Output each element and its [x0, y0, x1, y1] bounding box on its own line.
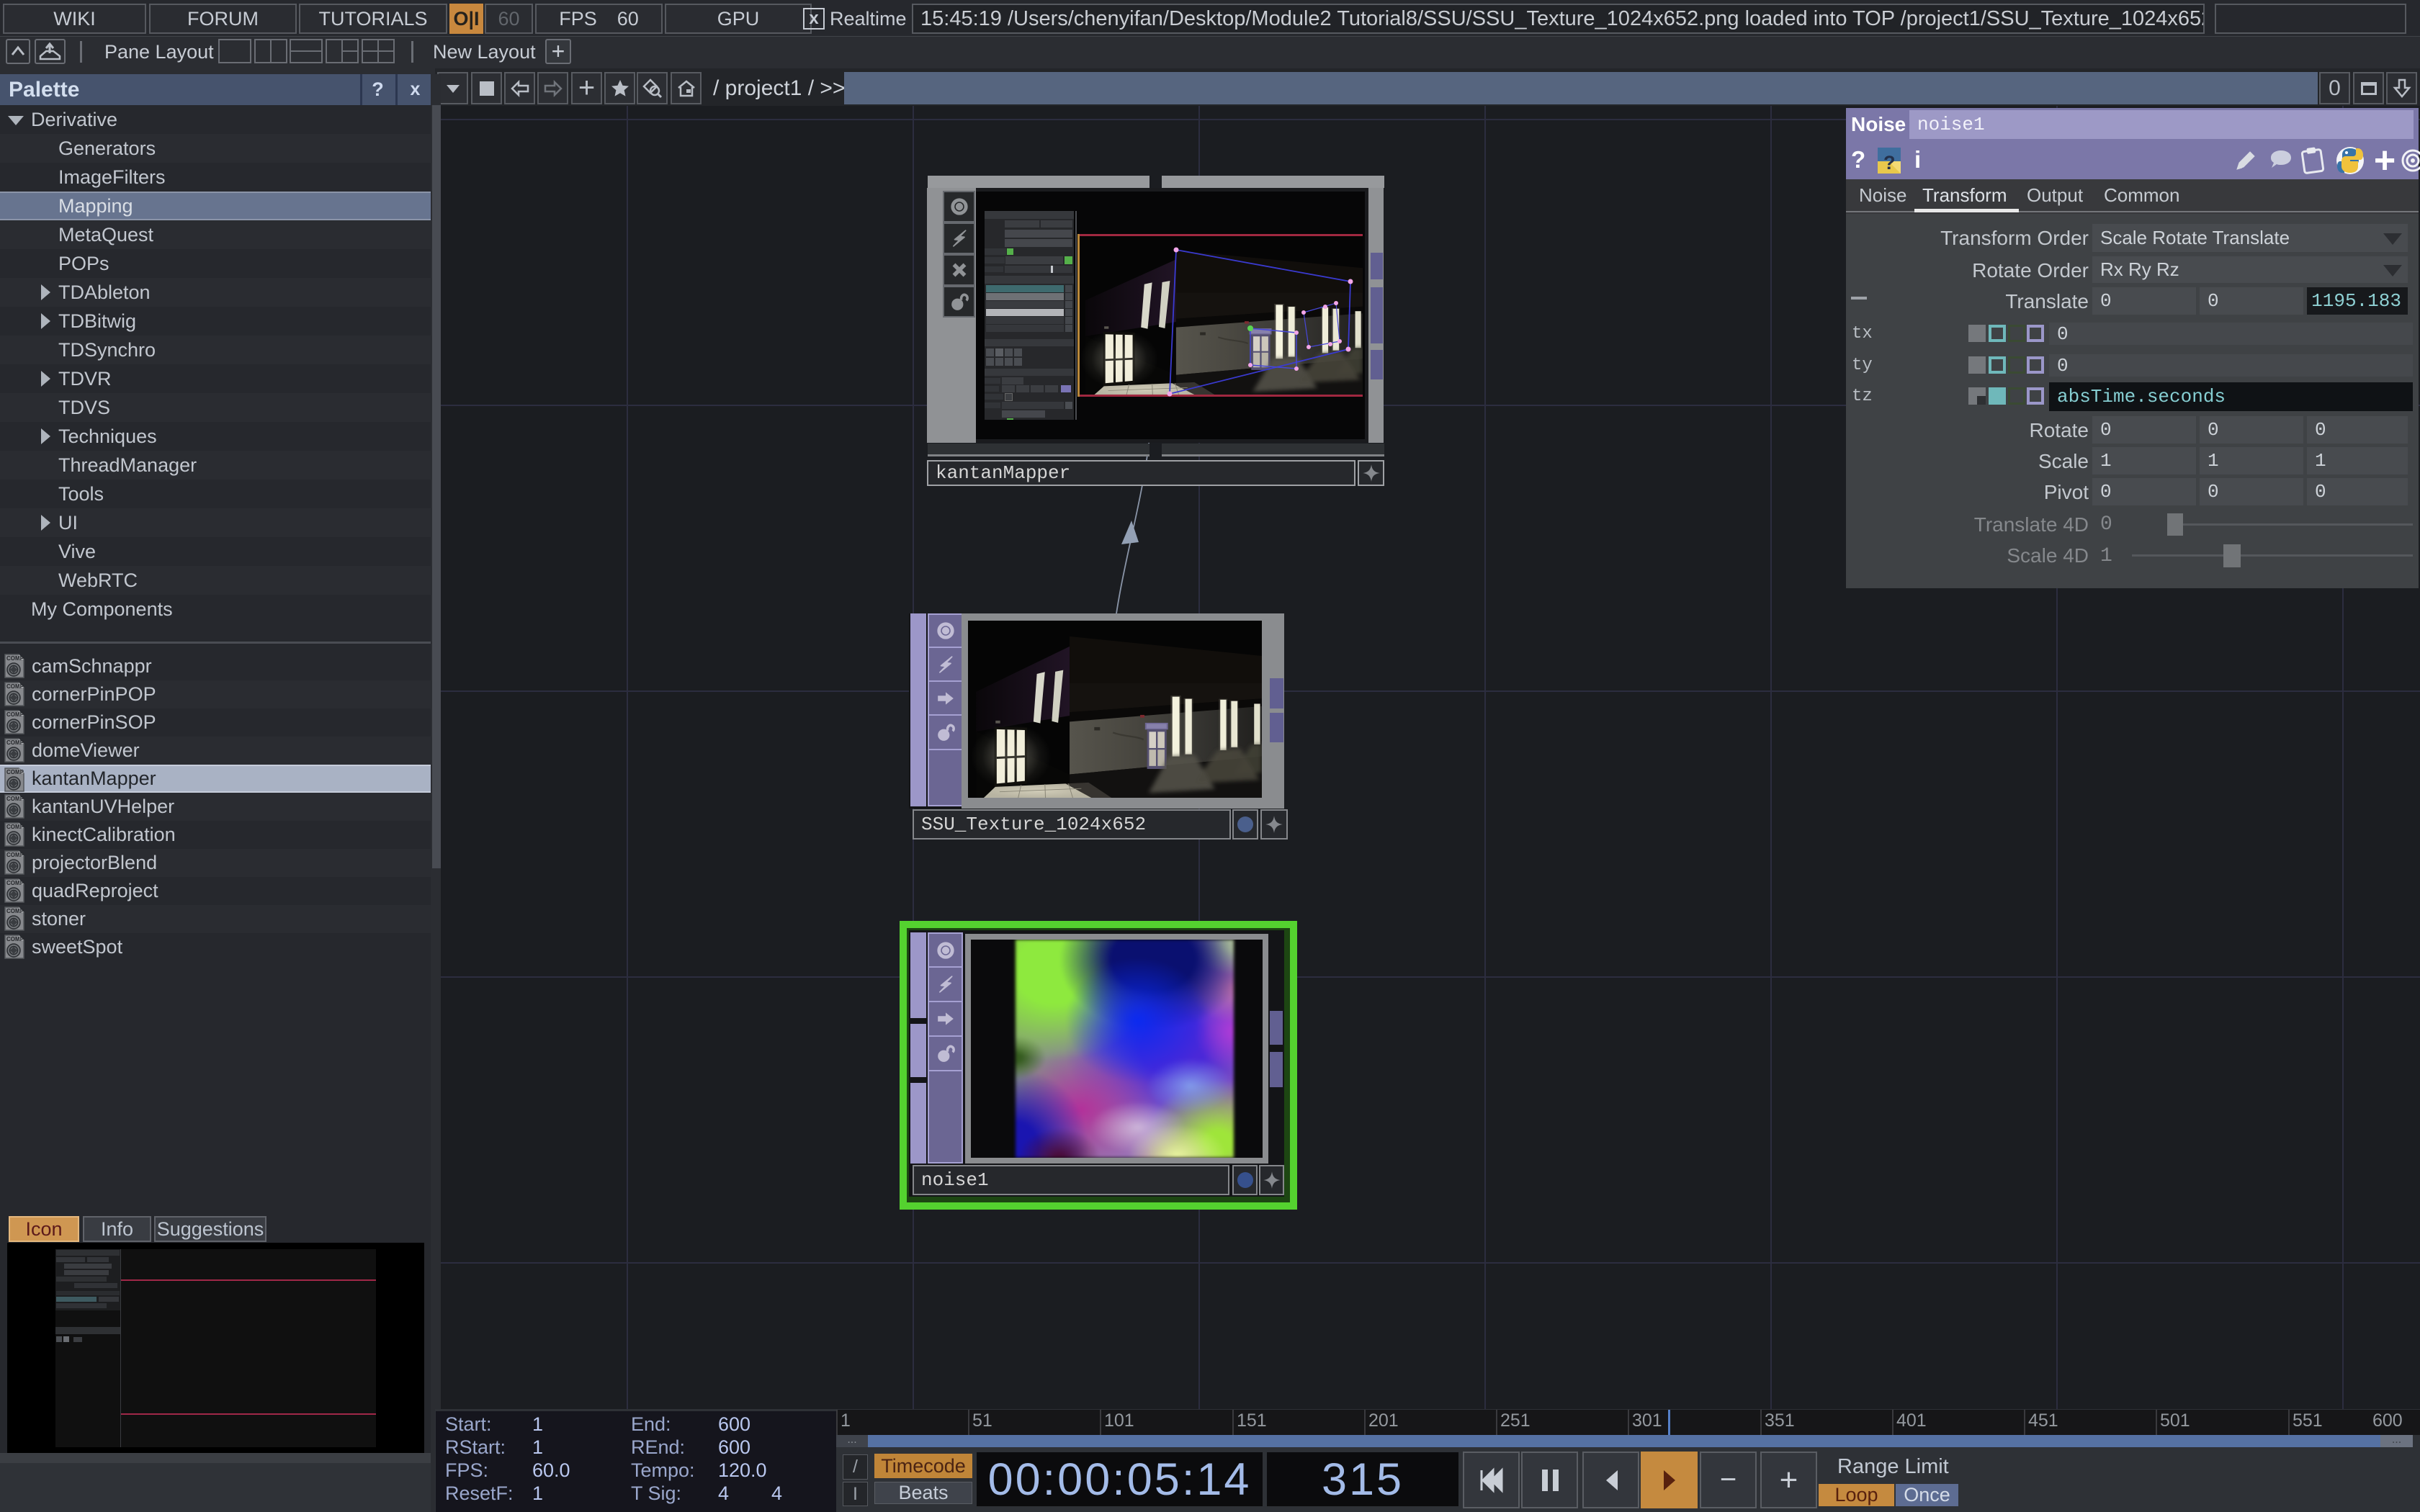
svg-text:?: ? [1883, 152, 1896, 174]
